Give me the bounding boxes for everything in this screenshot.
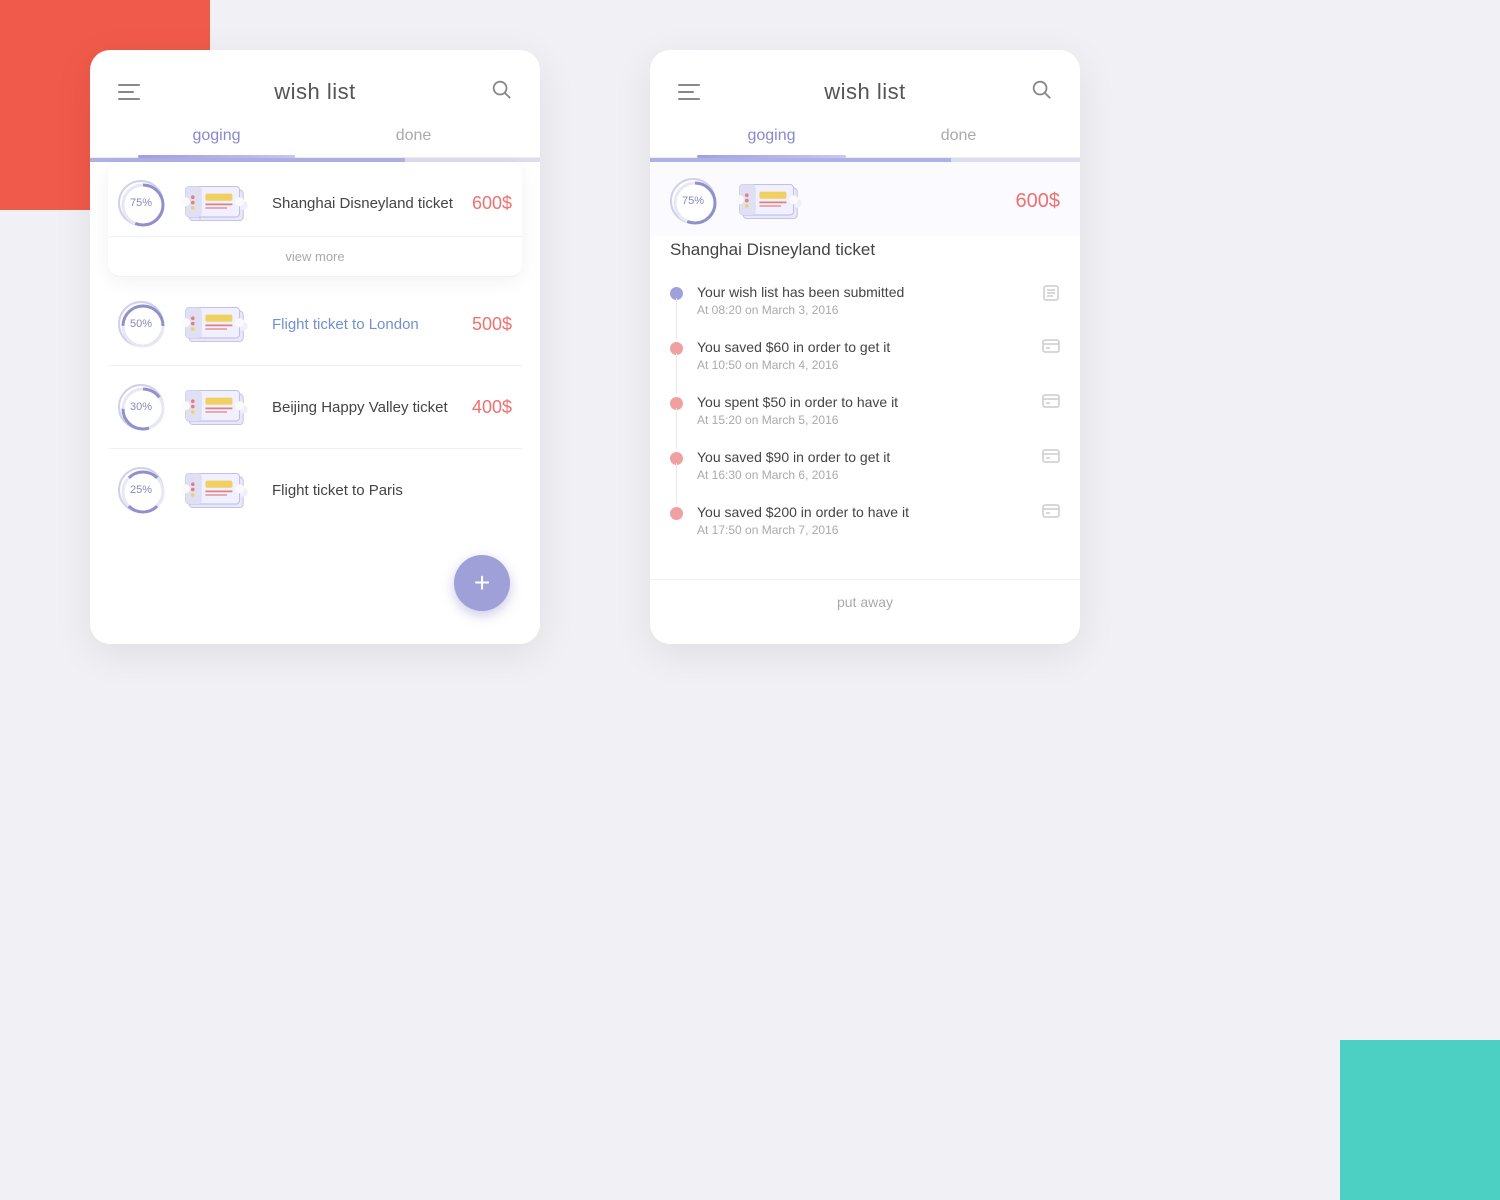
percent-text-disneyland: 75% bbox=[130, 197, 152, 209]
item-name-london: Flight ticket to London bbox=[272, 316, 472, 333]
wish-item-disneyland: 75% bbox=[108, 162, 522, 277]
timeline-dot-1 bbox=[670, 342, 683, 355]
ticket-icon-paris bbox=[178, 468, 258, 513]
timeline-content-3: You saved $90 in order to get it At 16:3… bbox=[697, 449, 1032, 482]
tab-going-left[interactable]: goging bbox=[118, 115, 315, 157]
right-card-header: wish list bbox=[650, 50, 1080, 115]
tab-done-right[interactable]: done bbox=[865, 115, 1052, 157]
item-name-paris: Flight ticket to Paris bbox=[272, 482, 512, 499]
item-price-disneyland: 600$ bbox=[472, 193, 512, 214]
fab-add-button[interactable]: + bbox=[454, 555, 510, 611]
timeline-title-3: You saved $90 in order to get it bbox=[697, 449, 1032, 465]
timeline-item-1: You saved $60 in order to get it At 10:5… bbox=[670, 339, 1060, 372]
timeline-dot-0 bbox=[670, 287, 683, 300]
timeline-title-4: You saved $200 in order to have it bbox=[697, 504, 1032, 520]
hamburger-menu-icon[interactable] bbox=[118, 84, 140, 100]
put-away-button[interactable]: put away bbox=[650, 579, 1080, 624]
timeline-icon-card-2 bbox=[1042, 394, 1060, 413]
item-price-london: 500$ bbox=[472, 314, 512, 335]
percent-badge-paris: 25% bbox=[118, 467, 164, 513]
item-name-beijing: Beijing Happy Valley ticket bbox=[272, 399, 472, 416]
right-search-icon[interactable] bbox=[1030, 78, 1052, 105]
right-detail-card: wish list goging done 75% bbox=[650, 50, 1080, 644]
tab-done-left[interactable]: done bbox=[315, 115, 512, 157]
left-wish-list: 75% bbox=[90, 162, 540, 531]
search-icon[interactable] bbox=[490, 78, 512, 105]
ticket-icon-london bbox=[178, 302, 258, 347]
timeline-date-4: At 17:50 on March 7, 2016 bbox=[697, 523, 1032, 537]
detail-percent-badge: 75% bbox=[670, 178, 716, 224]
timeline-icon-card-3 bbox=[1042, 449, 1060, 468]
timeline-title-1: You saved $60 in order to get it bbox=[697, 339, 1032, 355]
timeline-date-2: At 15:20 on March 5, 2016 bbox=[697, 413, 1032, 427]
timeline-date-1: At 10:50 on March 4, 2016 bbox=[697, 358, 1032, 372]
timeline-item-2: You spent $50 in order to have it At 15:… bbox=[670, 394, 1060, 427]
right-card-title: wish list bbox=[824, 79, 906, 105]
right-tabs: goging done bbox=[650, 115, 1080, 158]
left-card-title: wish list bbox=[274, 79, 356, 105]
wish-item-paris: 25% bbox=[108, 449, 522, 531]
timeline-dot-4 bbox=[670, 507, 683, 520]
item-name-disneyland: Shanghai Disneyland ticket bbox=[272, 195, 472, 212]
timeline-icon-card-4 bbox=[1042, 504, 1060, 523]
view-more-button[interactable]: view more bbox=[108, 236, 522, 276]
timeline-title-2: You spent $50 in order to have it bbox=[697, 394, 1032, 410]
percent-badge-beijing: 30% bbox=[118, 384, 164, 430]
left-phone-card: wish list goging done bbox=[90, 50, 540, 644]
timeline-content-1: You saved $60 in order to get it At 10:5… bbox=[697, 339, 1032, 372]
timeline-item-3: You saved $90 in order to get it At 16:3… bbox=[670, 449, 1060, 482]
percent-badge-london: 50% bbox=[118, 301, 164, 347]
detail-ticket-icon bbox=[732, 179, 812, 224]
right-hamburger-icon[interactable] bbox=[678, 84, 700, 100]
left-tabs: goging done bbox=[90, 115, 540, 158]
timeline-title-0: Your wish list has been submitted bbox=[697, 284, 1032, 300]
percent-badge-disneyland: 75% bbox=[118, 180, 164, 226]
timeline-content-4: You saved $200 in order to have it At 17… bbox=[697, 504, 1032, 537]
timeline-dot-3 bbox=[670, 452, 683, 465]
wish-item-beijing: 30% bbox=[108, 366, 522, 449]
detail-item-price: 600$ bbox=[1016, 190, 1061, 213]
corner-decoration-teal bbox=[1340, 1040, 1500, 1200]
percent-text-beijing: 30% bbox=[130, 401, 152, 413]
timeline-item-0: Your wish list has been submitted At 08:… bbox=[670, 284, 1060, 317]
timeline-dot-2 bbox=[670, 397, 683, 410]
timeline: Your wish list has been submitted At 08:… bbox=[650, 274, 1080, 579]
detail-percent-text: 75% bbox=[682, 195, 704, 207]
timeline-date-0: At 08:20 on March 3, 2016 bbox=[697, 303, 1032, 317]
timeline-icon-card-1 bbox=[1042, 339, 1060, 358]
item-price-beijing: 400$ bbox=[472, 397, 512, 418]
percent-text-paris: 25% bbox=[130, 484, 152, 496]
timeline-item-4: You saved $200 in order to have it At 17… bbox=[670, 504, 1060, 537]
detail-top-item: 75% 600$ bbox=[650, 162, 1080, 236]
tab-going-right[interactable]: goging bbox=[678, 115, 865, 157]
ticket-icon-disneyland bbox=[178, 181, 258, 226]
detail-item-name: Shanghai Disneyland ticket bbox=[650, 236, 1080, 274]
ticket-icon-beijing bbox=[178, 385, 258, 430]
left-card-header: wish list bbox=[90, 50, 540, 115]
timeline-content-2: You spent $50 in order to have it At 15:… bbox=[697, 394, 1032, 427]
timeline-icon-list bbox=[1042, 284, 1060, 307]
percent-text-london: 50% bbox=[130, 318, 152, 330]
wish-item-london: 50% bbox=[108, 283, 522, 366]
timeline-date-3: At 16:30 on March 6, 2016 bbox=[697, 468, 1032, 482]
timeline-content-0: Your wish list has been submitted At 08:… bbox=[697, 284, 1032, 317]
